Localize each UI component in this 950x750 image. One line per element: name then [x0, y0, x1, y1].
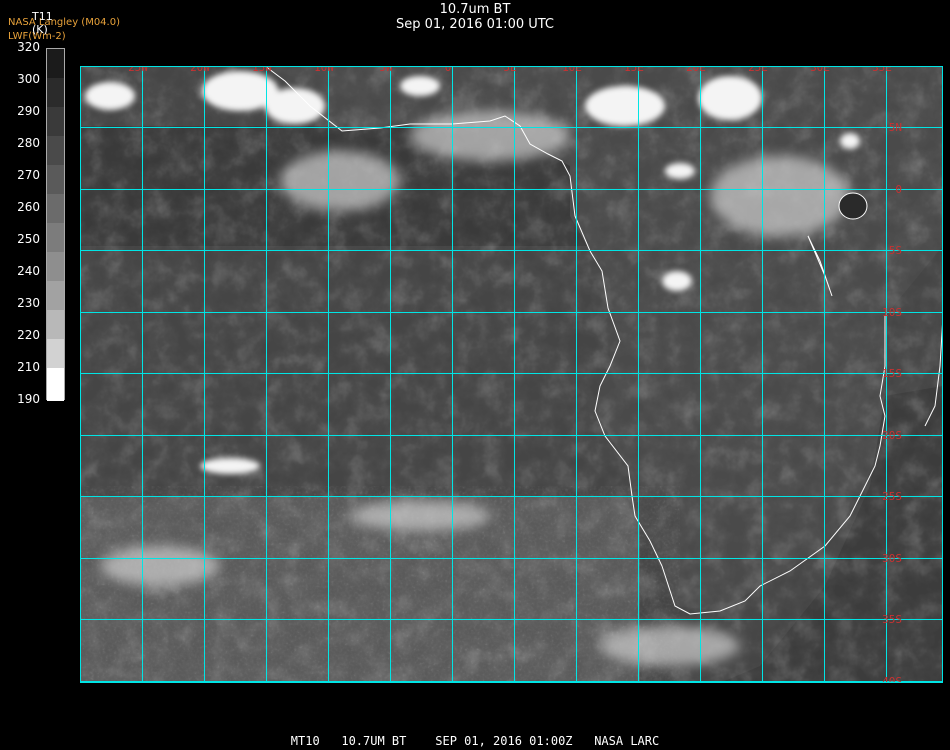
colorbar-segment [47, 339, 64, 368]
latitude-label: 15S [882, 367, 902, 380]
image-title: 10.7um BT [439, 2, 511, 17]
colorbar-tick-label: 240 [17, 264, 40, 278]
longitude-label: 35E [872, 66, 892, 74]
colorbar-segment [47, 49, 64, 78]
longitude-label: 25W [128, 66, 148, 74]
latitude-label: 0 [895, 183, 902, 196]
colorbar-units: (K) [32, 23, 48, 36]
longitude-label: 10W [314, 66, 334, 74]
colorbar-segment [47, 78, 64, 107]
lake-victoria [838, 192, 868, 220]
longitude-label: 15W [252, 66, 272, 74]
latitude-label: 30S [882, 552, 902, 565]
temperature-colorbar [46, 48, 65, 401]
longitude-label: 15E [624, 66, 644, 74]
latitude-label: 40S [882, 675, 902, 683]
image-datetime: Sep 01, 2016 01:00 UTC [395, 17, 555, 32]
colorbar-variable: T11 [32, 10, 53, 23]
longitude-label: 20E [686, 66, 706, 74]
colorbar-segment [47, 281, 64, 310]
latitude-label: 25S [882, 490, 902, 503]
colorbar-tick-label: 260 [17, 200, 40, 214]
colorbar-tick-label: 280 [17, 136, 40, 150]
latitude-label: 5S [889, 244, 902, 257]
colorbar-tick-label: 210 [17, 360, 40, 374]
colorbar-segment [47, 310, 64, 339]
satellite-map: 25W 20W 15W 10W 5W 0 5E 10E 15E 20E 25E 30E 35E 5N 0 5… [80, 66, 943, 683]
colorbar-segment [47, 194, 64, 223]
latitude-label: 5N [889, 121, 902, 134]
latitude-label: 35S [882, 613, 902, 626]
colorbar-tick-label: 270 [17, 168, 40, 182]
colorbar-tick-label: 290 [17, 104, 40, 118]
colorbar-segment [47, 368, 64, 401]
colorbar-segment [47, 107, 64, 136]
colorbar-tick-label: 230 [17, 296, 40, 310]
colorbar-tick-label: 320 [17, 40, 40, 54]
longitude-label: 0 [445, 66, 452, 74]
colorbar-tick-label: 300 [17, 72, 40, 86]
longitude-label: 20W [190, 66, 210, 74]
colorbar-tick-label: 220 [17, 328, 40, 342]
longitude-label: 5E [503, 66, 516, 74]
colorbar-segment [47, 223, 64, 252]
source-label: NASA Langley (M04.0) [8, 17, 120, 28]
colorbar-segment [47, 136, 64, 165]
latitude-label: 10S [882, 306, 902, 319]
colorbar-tick-label: 190 [17, 392, 40, 406]
colorbar-segment [47, 165, 64, 194]
longitude-label: 5W [379, 66, 393, 74]
longitude-label: 10E [562, 66, 582, 74]
colorbar-tick-label: 250 [17, 232, 40, 246]
colorbar-segment [47, 252, 64, 281]
longitude-label: 25E [748, 66, 768, 74]
longitude-label: 30E [810, 66, 830, 74]
footer-caption: MT10 10.7UM BT SEP 01, 2016 01:00Z NASA … [290, 734, 660, 748]
latitude-label: 20S [882, 429, 902, 442]
